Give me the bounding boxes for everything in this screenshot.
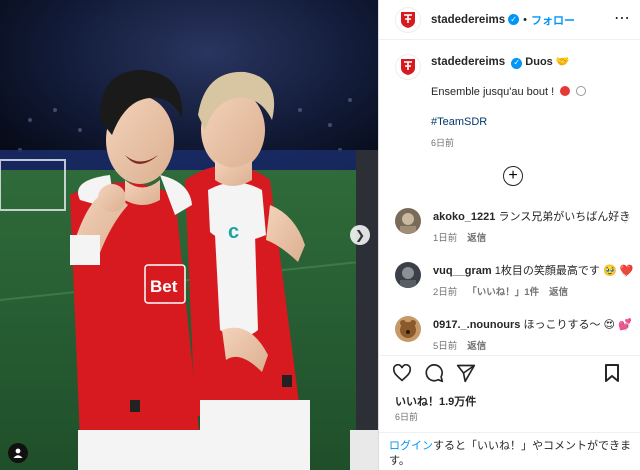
comment-username[interactable]: 0917._.nounours bbox=[433, 319, 520, 331]
post-photo: c Bet ❯ bbox=[0, 0, 378, 470]
save-button[interactable] bbox=[601, 362, 623, 384]
comment-bubble-icon bbox=[425, 363, 444, 382]
login-link[interactable]: ログイン bbox=[389, 440, 433, 452]
comment-time: 5日前 bbox=[433, 341, 458, 352]
post-timestamp: 6日前 bbox=[395, 412, 419, 422]
heart-icon bbox=[392, 363, 412, 381]
post-header: stadedereims ✓ • フォロー ⋯ bbox=[379, 0, 640, 40]
comment-item: 0917._.nounours ほっこりする〜 😍 💕 5日前 返信 bbox=[395, 316, 632, 352]
comment-username[interactable]: akoko_1221 bbox=[433, 211, 495, 223]
comment-text: ランス兄弟がいちばん好き bbox=[498, 211, 631, 223]
comment-time: 2日前 bbox=[433, 287, 458, 298]
share-button[interactable] bbox=[455, 362, 477, 384]
caption-text: Ensemble jusqu'au bout ! bbox=[431, 85, 555, 98]
club-crest-icon bbox=[401, 11, 415, 28]
commenter-avatar[interactable] bbox=[395, 316, 421, 342]
reply-button[interactable]: 返信 bbox=[467, 338, 486, 352]
reply-button[interactable]: 返信 bbox=[467, 230, 486, 244]
comment-text: 1枚目の笑顔最高です 🥹 ❤️ bbox=[494, 265, 634, 277]
header-username[interactable]: stadedereims bbox=[431, 14, 505, 26]
commenter-avatar[interactable] bbox=[395, 208, 421, 234]
white-circle-icon bbox=[576, 85, 587, 96]
handshake-emoji-icon: 🤝 bbox=[555, 56, 570, 68]
user-icon bbox=[13, 448, 23, 458]
caption-title: Duos bbox=[525, 56, 553, 68]
comment-likes-count[interactable]: 「いいね！」1件 bbox=[467, 284, 539, 298]
chevron-right-icon: ❯ bbox=[354, 228, 366, 242]
svg-text:c: c bbox=[228, 221, 239, 243]
follow-button[interactable]: フォロー bbox=[531, 12, 575, 28]
caption-avatar[interactable] bbox=[395, 54, 421, 80]
like-comment-heart-icon[interactable]: ♡ bbox=[621, 323, 630, 334]
like-button[interactable] bbox=[391, 362, 413, 384]
post-actions-bar bbox=[379, 355, 640, 389]
verified-badge-icon: ✓ bbox=[511, 57, 523, 69]
comment-time: 1日前 bbox=[433, 233, 458, 244]
reply-button[interactable]: 返信 bbox=[549, 284, 568, 298]
load-more-comments-button[interactable]: + bbox=[503, 166, 523, 186]
verified-badge-icon: ✓ bbox=[508, 14, 520, 25]
comment-text: ほっこりする〜 😍 💕 bbox=[523, 319, 632, 331]
comment-username[interactable]: vuq__gram bbox=[433, 265, 492, 277]
commenter-avatar[interactable] bbox=[395, 262, 421, 288]
caption-time: 6日前 bbox=[431, 137, 455, 148]
comment-button[interactable] bbox=[423, 362, 445, 384]
paper-plane-icon bbox=[456, 364, 476, 382]
post-side-panel: stadedereims ✓ • フォロー ⋯ stadedereims ✓ D… bbox=[378, 0, 640, 470]
next-image-button[interactable]: ❯ bbox=[350, 225, 370, 245]
bookmark-icon bbox=[605, 364, 619, 382]
separator-dot: • bbox=[523, 13, 528, 26]
red-circle-icon bbox=[560, 85, 571, 96]
avatar[interactable] bbox=[395, 6, 421, 33]
caption-username[interactable]: stadedereims bbox=[431, 56, 505, 68]
comment-item: vuq__gram 1枚目の笑顔最高です 🥹 ❤️ 2日前 「いいね！」1件 返… bbox=[395, 262, 633, 298]
svg-text:Bet: Bet bbox=[150, 277, 178, 296]
caption: stadedereims ✓ Duos 🤝 Ensemble jusqu'au … bbox=[379, 40, 640, 150]
likes-count[interactable]: いいね！1.9万件 bbox=[395, 393, 476, 409]
hashtag-link[interactable]: #TeamSDR bbox=[431, 115, 586, 131]
login-prompt: ログインすると「いいね！」やコメントができます。 bbox=[379, 432, 640, 470]
plus-icon: + bbox=[508, 167, 518, 184]
comment-item: akoko_1221 ランス兄弟がいちばん好き 1日前 返信 bbox=[395, 208, 630, 244]
club-crest-icon bbox=[401, 59, 415, 75]
tagged-users-button[interactable] bbox=[8, 443, 28, 463]
like-comment-heart-icon[interactable]: ♡ bbox=[621, 215, 630, 226]
like-comment-heart-icon[interactable]: ♡ bbox=[621, 269, 630, 280]
more-options-icon[interactable]: ⋯ bbox=[614, 8, 630, 28]
